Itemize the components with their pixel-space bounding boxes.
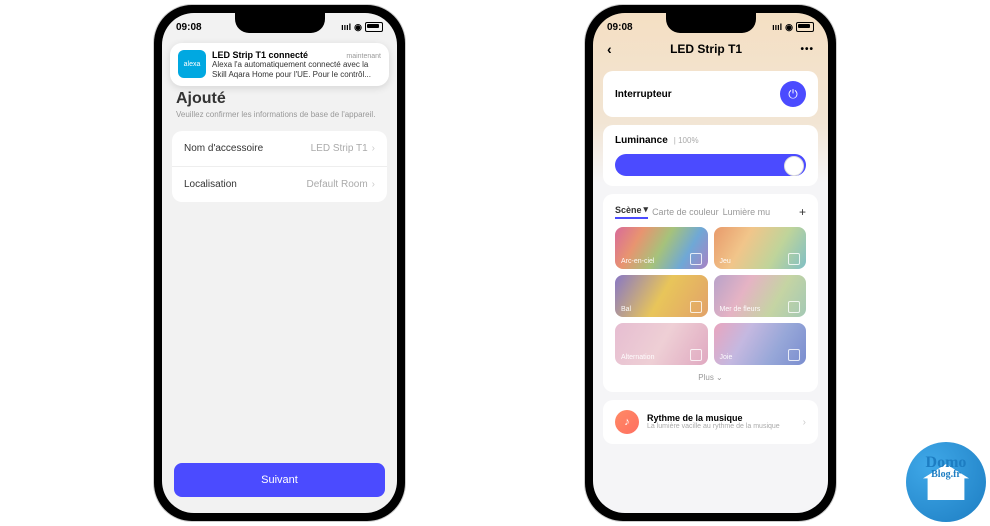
- scene-jeu[interactable]: Jeu: [714, 227, 807, 269]
- chevron-right-icon: ›: [372, 143, 375, 154]
- status-time: 09:08: [607, 22, 633, 33]
- tab-music[interactable]: Lumière mu: [723, 207, 771, 217]
- chevron-right-icon: ›: [803, 417, 806, 428]
- scenes-card: Scène▾ Carte de couleur Lumière mu + Arc…: [603, 194, 818, 392]
- notification-title: LED Strip T1 connecté: [212, 50, 308, 60]
- device-title: LED Strip T1: [670, 42, 742, 56]
- copy-icon: [690, 349, 702, 361]
- more-button[interactable]: •••: [800, 44, 814, 55]
- battery-icon: [365, 22, 383, 32]
- scene-arc-en-ciel[interactable]: Arc-en-ciel: [615, 227, 708, 269]
- scene-mer-de-fleurs[interactable]: Mer de fleurs: [714, 275, 807, 317]
- next-button[interactable]: Suivant: [174, 463, 385, 497]
- switch-label: Interrupteur: [615, 89, 672, 100]
- page-title: Ajouté: [162, 90, 397, 108]
- status-icons: ıııl ◉: [772, 22, 814, 33]
- chevron-right-icon: ›: [372, 179, 375, 190]
- location-row[interactable]: Localisation Default Room ›: [172, 167, 387, 202]
- copy-icon: [788, 301, 800, 313]
- tab-colorcard[interactable]: Carte de couleur: [652, 207, 719, 217]
- luminance-label: Luminance: [615, 135, 668, 146]
- accessory-name-value: LED Strip T1: [311, 143, 368, 154]
- copy-icon: [788, 253, 800, 265]
- luminance-card: Luminance | 100%: [603, 125, 818, 186]
- slider-thumb[interactable]: [784, 156, 804, 176]
- switch-card: Interrupteur ⏻: [603, 71, 818, 117]
- location-value: Default Room: [307, 179, 368, 190]
- scene-joie[interactable]: Joie: [714, 323, 807, 365]
- tab-scene[interactable]: Scène▾: [615, 204, 648, 219]
- notch: [235, 13, 325, 33]
- accessory-name-label: Nom d'accessoire: [184, 143, 263, 154]
- luminance-slider[interactable]: [615, 154, 806, 176]
- domo-blog-logo: Domo Blog.fr: [906, 442, 986, 522]
- power-button[interactable]: ⏻: [780, 81, 806, 107]
- logo-line2: Blog.fr: [926, 470, 967, 479]
- screen-left: 09:08 ıııl ◉ alexa LED Strip T1 connecté…: [162, 13, 397, 513]
- notification-body: LED Strip T1 connecté maintenant Alexa l…: [212, 50, 381, 79]
- copy-icon: [788, 349, 800, 361]
- phone-left: 09:08 ıııl ◉ alexa LED Strip T1 connecté…: [154, 5, 405, 521]
- page-subtitle: Veuillez confirmer les informations de b…: [162, 110, 397, 119]
- notch: [666, 13, 756, 33]
- chevron-down-icon: ▾: [644, 204, 649, 215]
- wifi-icon: ◉: [785, 22, 793, 33]
- accessory-name-row[interactable]: Nom d'accessoire LED Strip T1 ›: [172, 131, 387, 167]
- status-icons: ıııl ◉: [341, 22, 383, 33]
- signal-icon: ıııl: [772, 22, 782, 32]
- music-rhythm-title: Rythme de la musique: [647, 413, 795, 423]
- alexa-notification[interactable]: alexa LED Strip T1 connecté maintenant A…: [170, 43, 389, 86]
- alexa-icon: alexa: [178, 50, 206, 78]
- copy-icon: [690, 253, 702, 265]
- wifi-icon: ◉: [354, 22, 362, 33]
- music-rhythm-card[interactable]: ♪ Rythme de la musique La lumière vacill…: [603, 400, 818, 444]
- screen-right: 09:08 ıııl ◉ ‹ LED Strip T1 ••• Interrup…: [593, 13, 828, 513]
- device-info-card: Nom d'accessoire LED Strip T1 › Localisa…: [172, 131, 387, 202]
- battery-icon: [796, 22, 814, 32]
- music-rhythm-sub: La lumière vacille au rythme de la musiq…: [647, 423, 795, 431]
- music-note-icon: ♪: [615, 410, 639, 434]
- notification-time: maintenant: [346, 53, 381, 60]
- location-label: Localisation: [184, 179, 237, 190]
- notification-text: Alexa l'a automatiquement connecté avec …: [212, 60, 381, 79]
- more-scenes-button[interactable]: Plus ⌄: [615, 373, 806, 382]
- scene-bal[interactable]: Bal: [615, 275, 708, 317]
- scene-grid: Arc-en-ciel Jeu Bal Mer de fleurs Altern…: [615, 227, 806, 365]
- copy-icon: [690, 301, 702, 313]
- scene-alternation[interactable]: Alternation: [615, 323, 708, 365]
- status-time: 09:08: [176, 22, 202, 33]
- luminance-value: | 100%: [674, 136, 699, 145]
- add-tab-button[interactable]: +: [799, 205, 806, 219]
- back-button[interactable]: ‹: [607, 41, 612, 57]
- phone-right: 09:08 ıııl ◉ ‹ LED Strip T1 ••• Interrup…: [585, 5, 836, 521]
- signal-icon: ıııl: [341, 22, 351, 32]
